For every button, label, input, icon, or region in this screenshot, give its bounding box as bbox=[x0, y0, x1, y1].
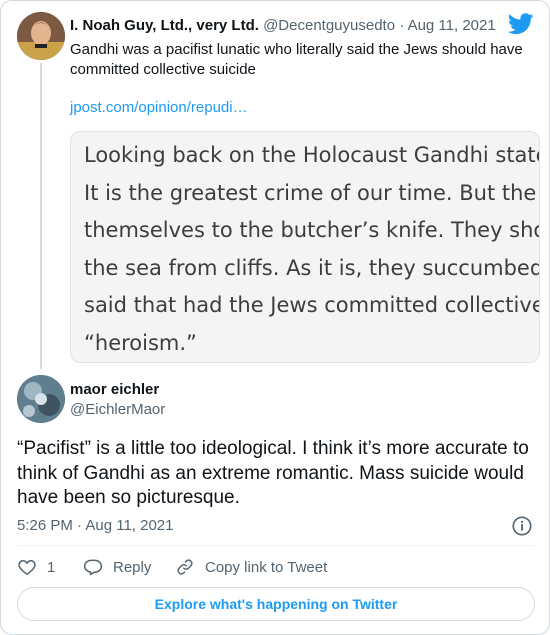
article-link[interactable]: jpost.com/opinion/repudi… bbox=[70, 99, 248, 116]
thread-line bbox=[40, 63, 42, 369]
separator: · bbox=[399, 17, 405, 34]
quote-line: said that had the Jews committed collect… bbox=[84, 293, 540, 317]
article-quote-image[interactable]: Looking back on the Holocaust Gandhi sta… bbox=[70, 131, 540, 363]
quote-line: It is the greatest crime of our time. Bu… bbox=[84, 180, 540, 205]
twitter-bird-icon[interactable] bbox=[508, 13, 534, 35]
parent-tweet-text: Gandhi was a pacifist lunatic who litera… bbox=[70, 41, 523, 78]
avatar-parent[interactable] bbox=[17, 12, 65, 60]
quote-line: “heroism.” bbox=[84, 330, 197, 355]
copy-link-label: Copy link to Tweet bbox=[205, 558, 328, 576]
reply-label: Reply bbox=[113, 558, 152, 576]
reply-button[interactable]: Reply bbox=[83, 555, 151, 579]
quote-text: Looking back on the Holocaust Gandhi sta… bbox=[84, 137, 540, 362]
parent-display-name[interactable]: I. Noah Guy, Ltd., very Ltd. bbox=[70, 17, 259, 34]
reply-tweet-text: “Pacifist” is a little too ideological. … bbox=[17, 438, 529, 508]
parent-date[interactable]: Aug 11, 2021 bbox=[408, 17, 496, 34]
link-icon bbox=[177, 559, 193, 575]
reply-icon bbox=[83, 559, 103, 576]
like-button[interactable]: 1 bbox=[17, 555, 55, 579]
parent-header: I. Noah Guy, Ltd., very Ltd. @Decentguyu… bbox=[70, 17, 496, 34]
quote-line: the sea from cliffs. As it is, they succ… bbox=[84, 255, 540, 280]
reply-timestamp[interactable]: 5:26 PM · Aug 11, 2021 bbox=[17, 517, 174, 534]
embedded-tweet-card: I. Noah Guy, Ltd., very Ltd. @Decentguyu… bbox=[0, 0, 550, 635]
info-icon[interactable] bbox=[511, 515, 533, 537]
quote-line: themselves to the butcher’s knife. They … bbox=[84, 218, 539, 242]
heart-icon bbox=[18, 559, 36, 575]
quote-line: Looking back on the Holocaust Gandhi sta… bbox=[84, 143, 540, 167]
avatar-reply[interactable] bbox=[17, 375, 65, 423]
like-count: 1 bbox=[47, 558, 56, 576]
reply-handle[interactable]: @EichlerMaor bbox=[70, 401, 165, 418]
parent-handle[interactable]: @Decentguyusedto bbox=[263, 17, 395, 34]
reply-display-name[interactable]: maor eichler bbox=[70, 381, 159, 398]
divider bbox=[17, 545, 535, 546]
explore-button[interactable]: Explore what's happening on Twitter bbox=[17, 587, 535, 621]
copy-link-button[interactable]: Copy link to Tweet bbox=[175, 555, 327, 579]
